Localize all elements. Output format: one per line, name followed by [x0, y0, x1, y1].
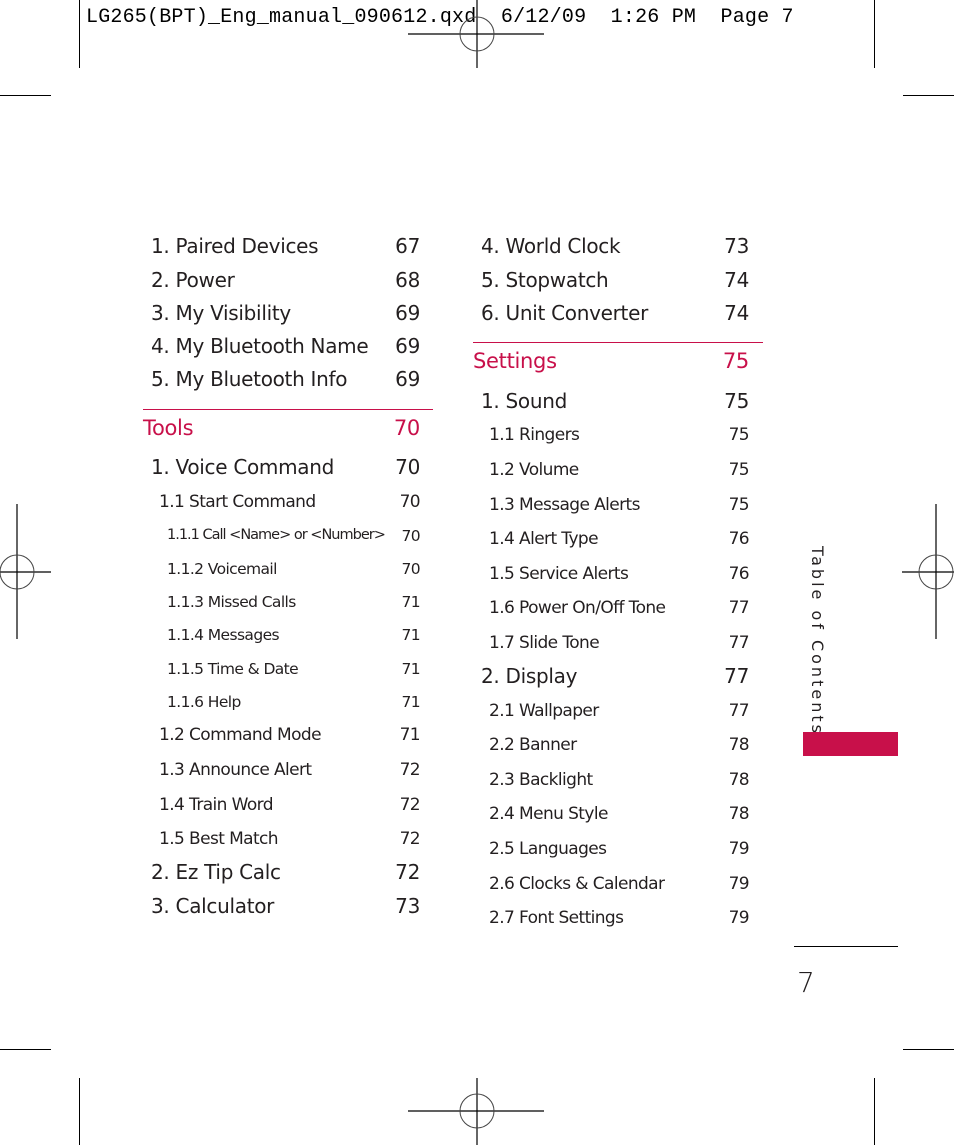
toc-entry[interactable]: 3. Calculator 73: [143, 894, 420, 922]
toc-entry[interactable]: 2. Ez Tip Calc 72: [143, 860, 420, 888]
toc-entry[interactable]: 2.1 Wallpaper 77: [473, 701, 750, 729]
page-number-rule: [794, 946, 898, 947]
registration-mark-bottom: [408, 1078, 544, 1145]
toc-entry[interactable]: 1.6 Power On/Off Tone 77: [473, 598, 750, 626]
toc-entry[interactable]: 1.5 Service Alerts 76: [473, 564, 750, 592]
toc-entry[interactable]: 1.1.6 Help 71: [143, 693, 421, 721]
crop-mark: [79, 0, 80, 68]
toc-entry[interactable]: 1.1.1 Call <Name> or <Number> 70: [143, 527, 421, 555]
toc-entry[interactable]: 5. Stopwatch 74: [473, 268, 749, 296]
crop-mark: [874, 0, 875, 68]
registration-mark-left: [0, 504, 51, 639]
toc-entry[interactable]: 4. My Bluetooth Name 69: [143, 334, 420, 362]
registration-mark-top: [408, 0, 544, 68]
toc-entry[interactable]: 1.1 Ringers 75: [473, 425, 750, 453]
toc-entry[interactable]: 6. Unit Converter 74: [473, 301, 749, 329]
toc-section-settings[interactable]: Settings 75: [473, 342, 763, 383]
toc-entry[interactable]: 1.4 Alert Type 76: [473, 529, 750, 557]
crop-mark: [903, 95, 954, 96]
toc-entry[interactable]: 2. Display 77: [473, 664, 749, 692]
toc-entry[interactable]: 2.4 Menu Style 78: [473, 804, 750, 832]
toc-entry[interactable]: 1.1 Start Command 70: [143, 492, 421, 520]
toc-entry[interactable]: 2. Power 68: [143, 268, 420, 296]
registration-mark-right: [902, 504, 954, 639]
toc-entry[interactable]: 1.1.4 Messages 71: [143, 626, 421, 654]
toc-entry[interactable]: 3. My Visibility 69: [143, 301, 420, 329]
crop-mark: [903, 1049, 954, 1050]
toc-entry[interactable]: 1.5 Best Match 72: [143, 829, 421, 857]
toc-entry[interactable]: 2.5 Languages 79: [473, 839, 750, 867]
toc-entry[interactable]: 4. World Clock 73: [473, 234, 749, 262]
toc-entry[interactable]: 1.7 Slide Tone 77: [473, 633, 750, 661]
crop-mark: [79, 1078, 80, 1145]
toc-entry[interactable]: 1. Paired Devices 67: [143, 234, 420, 262]
section-tab-marker: [803, 732, 898, 756]
toc-entry[interactable]: 1. Sound 75: [473, 389, 749, 417]
toc-entry[interactable]: 1.2 Command Mode 71: [143, 725, 421, 753]
toc-section-tools[interactable]: Tools 70: [143, 409, 433, 450]
toc-entry[interactable]: 2.6 Clocks & Calendar 79: [473, 874, 750, 902]
toc-entry[interactable]: 5. My Bluetooth Info 69: [143, 367, 420, 395]
toc-entry[interactable]: 1.3 Announce Alert 72: [143, 760, 421, 788]
toc-right-column: 4. World Clock 73 5. Stopwatch 74 6. Unit …: [473, 232, 763, 932]
toc-entry[interactable]: 1.4 Train Word 72: [143, 795, 421, 823]
toc-entry[interactable]: 1.1.5 Time & Date 71: [143, 660, 421, 688]
toc-entry[interactable]: 2.7 Font Settings 79: [473, 908, 750, 936]
toc-entry[interactable]: 1. Voice Command 70: [143, 455, 420, 483]
side-section-label: Table of Contents: [808, 546, 827, 736]
toc-entry[interactable]: 1.2 Volume 75: [473, 460, 750, 488]
toc-left-column: 1. Paired Devices 67 2. Power 68 3. My Vis…: [143, 232, 433, 932]
crop-mark: [0, 1049, 51, 1050]
toc-entry[interactable]: 2.3 Backlight 78: [473, 770, 750, 798]
toc-entry[interactable]: 1.3 Message Alerts 75: [473, 495, 750, 523]
toc-entry[interactable]: 1.1.3 Missed Calls 71: [143, 593, 421, 621]
toc-entry[interactable]: 1.1.2 Voicemail 70: [143, 560, 421, 588]
page-number: 7: [797, 966, 815, 999]
toc-entry[interactable]: 2.2 Banner 78: [473, 735, 750, 763]
crop-mark: [874, 1078, 875, 1145]
crop-mark: [0, 95, 51, 96]
